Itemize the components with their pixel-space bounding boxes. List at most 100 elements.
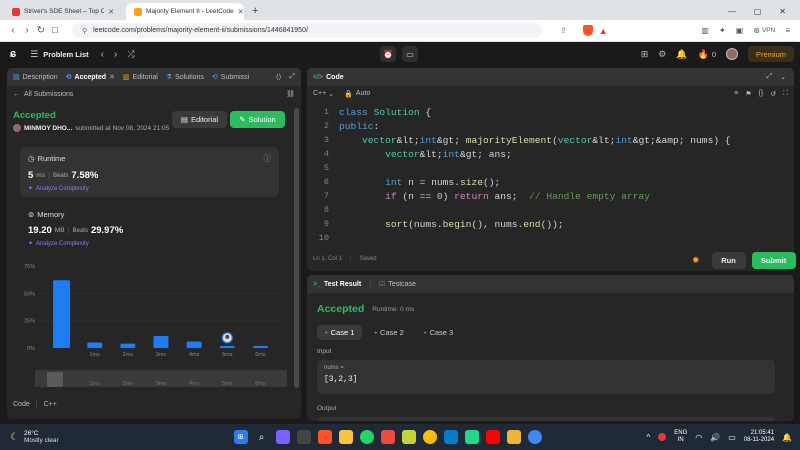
editorial-button[interactable]: ▤ Editorial xyxy=(172,111,227,128)
lang-code[interactable]: ENG xyxy=(674,430,687,437)
analyze-complexity-link[interactable]: Analyze Complexity xyxy=(36,186,89,192)
tray-app-icon[interactable] xyxy=(658,433,667,441)
case-3-tab[interactable]: • Case 3 xyxy=(416,325,461,340)
tab-submissions[interactable]: ⟲ Submissi xyxy=(212,73,249,82)
start-icon[interactable]: ⊞ xyxy=(233,430,248,444)
leetcode-logo[interactable]: ɕ xyxy=(10,48,16,60)
task-view-icon[interactable] xyxy=(296,430,311,444)
notes-button[interactable]: ▭ xyxy=(402,46,418,62)
code-editor[interactable]: 1 class Solution {2 public: 3 vector&lt;int… xyxy=(307,105,794,245)
weather-icon[interactable]: ☾ xyxy=(10,432,19,443)
chart-bar[interactable] xyxy=(87,342,103,348)
tab-description[interactable]: ▤ Description xyxy=(13,73,58,82)
chrome-icon[interactable] xyxy=(422,430,437,444)
clock-time[interactable]: 21:05:41 xyxy=(744,430,774,437)
brave-shield-icon[interactable] xyxy=(582,25,593,36)
language-select[interactable]: C++ ⌄ xyxy=(313,90,334,98)
collapse-icon[interactable]: ⟨⟩ xyxy=(276,73,281,81)
copilot-icon[interactable] xyxy=(275,430,290,444)
close-tab-icon[interactable]: ✕ xyxy=(109,73,115,81)
extensions-icon[interactable]: ✦ xyxy=(719,26,726,35)
code-line[interactable]: 2 public: xyxy=(307,119,794,133)
maximize-icon[interactable]: ⤢ xyxy=(767,73,773,81)
new-tab-button[interactable]: + xyxy=(252,5,258,17)
layout-icon[interactable]: ⊞ xyxy=(641,49,649,60)
maximize-icon[interactable]: ▢ xyxy=(754,7,762,16)
forward-icon[interactable]: › xyxy=(20,25,34,36)
brave-rewards-icon[interactable]: ▲ xyxy=(599,26,608,36)
folder-icon[interactable] xyxy=(506,430,521,444)
avatar[interactable] xyxy=(725,48,738,60)
fullscreen-icon[interactable]: ⛶ xyxy=(783,90,788,98)
chart-bar[interactable] xyxy=(153,335,169,348)
next-problem-icon[interactable]: › xyxy=(114,49,117,60)
close-window-icon[interactable]: ✕ xyxy=(779,7,786,16)
region-code[interactable]: IN xyxy=(674,437,687,444)
pycharm-icon[interactable] xyxy=(464,430,479,444)
clock-date[interactable]: 08-11-2024 xyxy=(744,437,774,444)
battery-icon[interactable]: ▭ xyxy=(728,433,736,442)
autocomplete-toggle[interactable]: 🔒 Auto xyxy=(344,90,370,98)
notes-app-icon[interactable] xyxy=(401,430,416,444)
code-line[interactable]: 1 class Solution { xyxy=(307,105,794,119)
code-line[interactable]: 3 vector&lt;int&gt; majorityElement(vect… xyxy=(307,133,794,147)
menu-icon[interactable]: ≡ xyxy=(785,26,790,35)
code-line[interactable]: 7 if (n == 0) return ans; // Handle empt… xyxy=(307,189,794,203)
vpn-button[interactable]: ⊛ VPN xyxy=(753,26,775,35)
collapse-icon[interactable]: ⌄ xyxy=(780,73,786,81)
premium-button[interactable]: Premium xyxy=(747,46,794,62)
tab-accepted[interactable]: ⟲ Accepted ✕ xyxy=(66,73,115,82)
tab-testcase[interactable]: ☑ Testcase xyxy=(379,280,416,289)
streak-counter[interactable]: 🔥 0 xyxy=(698,49,716,60)
prev-problem-icon[interactable]: ‹ xyxy=(101,49,104,60)
case-1-tab[interactable]: • Case 1 xyxy=(317,325,363,340)
notifications-icon[interactable]: 🔔 xyxy=(676,49,687,60)
username[interactable]: MINMOY DHO... xyxy=(24,125,72,132)
whatsapp-icon[interactable] xyxy=(359,430,374,444)
user-avatar[interactable] xyxy=(13,124,21,132)
close-tab-icon[interactable]: ✕ xyxy=(108,8,114,16)
link-icon[interactable]: ⛓ xyxy=(286,90,295,98)
bookmark-icon[interactable]: ⚑ xyxy=(745,90,751,98)
close-tab-icon[interactable]: ✕ xyxy=(238,8,244,16)
chart-bar[interactable] xyxy=(219,345,235,348)
chart-bar[interactable] xyxy=(120,343,136,348)
memory-card[interactable]: ⊚ Memory 19.20 MB | Beats 29.97% ✦ Analy… xyxy=(28,210,278,247)
youtube-icon[interactable] xyxy=(485,430,500,444)
chrome-alt-icon[interactable] xyxy=(527,430,542,444)
all-submissions-link[interactable]: All Submissions xyxy=(24,91,73,98)
reload-icon[interactable]: ↻ xyxy=(34,25,48,36)
reset-icon[interactable]: ↺ xyxy=(770,90,776,98)
wifi-icon[interactable]: ◠ xyxy=(695,433,702,442)
url-field[interactable]: ⚲ leetcode.com/problems/majority-element… xyxy=(72,23,542,38)
problem-list-link[interactable]: Problem List xyxy=(43,50,88,59)
info-icon[interactable]: ⓘ xyxy=(264,153,272,164)
solution-button[interactable]: ✎ Solution xyxy=(230,111,285,128)
braces-icon[interactable]: {} xyxy=(759,90,764,97)
browser-tab-leetcode[interactable]: Majority Element II - LeetCode ✕ xyxy=(126,3,244,20)
tray-chevron-icon[interactable]: ^ xyxy=(646,433,650,442)
sidebar-icon[interactable]: ▥ xyxy=(701,26,709,35)
notification-bell-icon[interactable]: 🔔 xyxy=(782,433,792,442)
office-icon[interactable] xyxy=(380,430,395,444)
tab-editorial[interactable]: ▥ Editorial xyxy=(123,73,158,82)
code-line[interactable]: 4 vector&lt;int&gt; ans; xyxy=(307,147,794,161)
brave-icon[interactable] xyxy=(317,430,332,444)
settings-icon[interactable]: ⚙ xyxy=(658,49,666,60)
format-icon[interactable]: ≡ xyxy=(734,90,738,97)
volume-icon[interactable]: 🔊 xyxy=(710,433,720,442)
chart-bar[interactable] xyxy=(186,341,202,348)
chart-bar[interactable] xyxy=(53,280,71,348)
shuffle-icon[interactable]: ⤮ xyxy=(127,49,134,60)
code-line[interactable]: 9 sort(nums.begin(), nums.end()); xyxy=(307,217,794,231)
code-line[interactable]: 5 xyxy=(307,161,794,175)
back-icon[interactable]: ‹ xyxy=(6,25,20,36)
minimize-icon[interactable]: — xyxy=(728,7,736,16)
chart-bar[interactable] xyxy=(252,345,268,348)
vscode-icon[interactable] xyxy=(443,430,458,444)
file-explorer-icon[interactable] xyxy=(338,430,353,444)
case-2-tab[interactable]: • Case 2 xyxy=(366,325,411,340)
code-line[interactable]: 6 int n = nums.size(); xyxy=(307,175,794,189)
tab-solutions[interactable]: ⚗ Solutions xyxy=(166,73,204,82)
scrollbar[interactable] xyxy=(294,108,299,388)
